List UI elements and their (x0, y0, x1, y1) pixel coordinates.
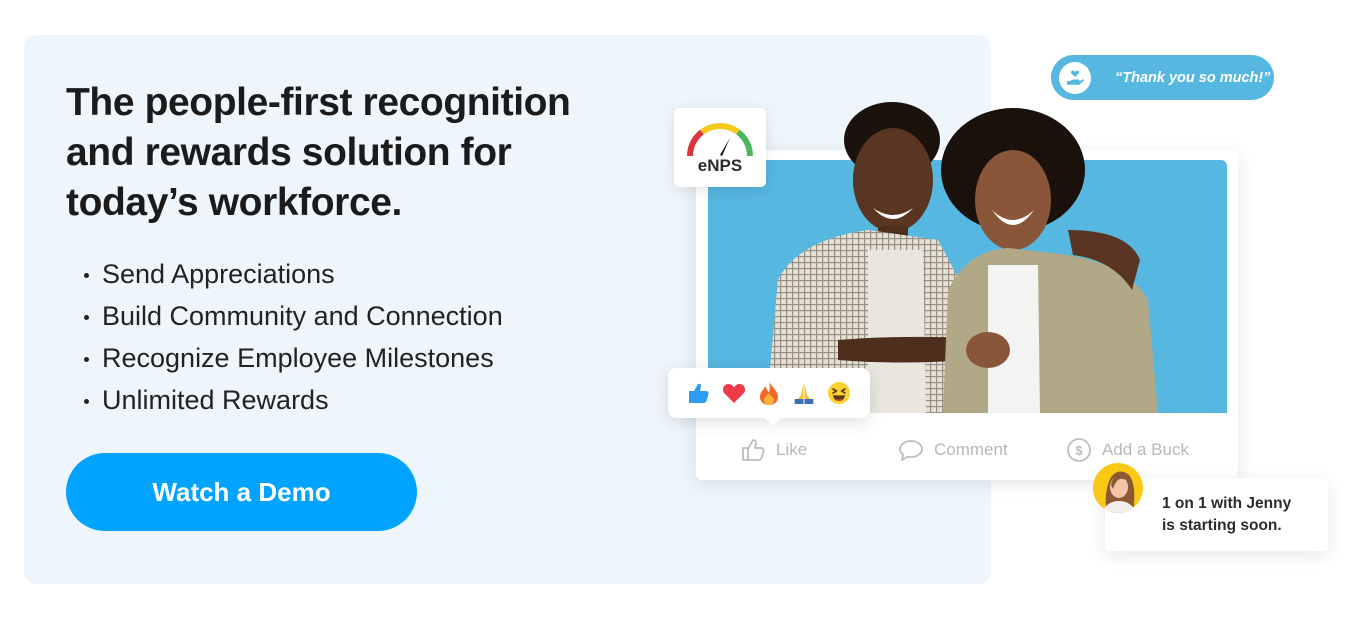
feature-item: Send Appreciations (84, 253, 503, 295)
bullet-icon (84, 398, 89, 404)
add-buck-button[interactable]: $ Add a Buck (1066, 437, 1189, 463)
reactions-popover (668, 368, 870, 426)
notification-line-1: 1 on 1 with Jenny (1162, 495, 1292, 512)
heart-emoji-icon[interactable] (721, 380, 747, 406)
laughing-face-emoji-icon[interactable] (826, 380, 852, 406)
comment-label: Comment (934, 440, 1008, 459)
social-post-card: Like Comment $ Add a Buck (696, 102, 1238, 480)
feature-text: Unlimited Rewards (102, 385, 329, 415)
hand-heart-icon (1059, 61, 1091, 94)
enps-card: eNPS (674, 108, 766, 187)
notification-text: 1 on 1 with Jenny is starting soon. (1162, 493, 1291, 537)
feature-text: Build Community and Connection (102, 301, 503, 331)
thank-you-bubble: “Thank you so much!” (1051, 55, 1274, 100)
bullet-icon (84, 314, 89, 320)
feature-list: Send Appreciations Build Community and C… (84, 253, 503, 421)
post-actions-bar: Like Comment $ Add a Buck (696, 430, 1238, 470)
feature-text: Send Appreciations (102, 259, 335, 289)
hero-headline: The people-first recognition and rewards… (66, 81, 571, 224)
bullet-icon (84, 272, 89, 278)
comment-bubble-icon (899, 440, 923, 461)
praying-hands-emoji-icon[interactable] (791, 380, 817, 406)
watch-demo-button[interactable]: Watch a Demo (66, 453, 417, 531)
feature-item: Recognize Employee Milestones (84, 337, 503, 379)
feature-text: Recognize Employee Milestones (102, 343, 494, 373)
notification-line-2: is starting soon. (1162, 517, 1282, 534)
thank-you-text: “Thank you so much!” (1115, 69, 1271, 86)
feature-item: Unlimited Rewards (84, 379, 503, 421)
thumbs-up-emoji-icon[interactable] (686, 380, 712, 406)
gauge-icon (687, 123, 753, 157)
thumbs-up-outline-icon (742, 439, 765, 461)
fire-emoji-icon[interactable] (756, 380, 782, 406)
feature-item: Build Community and Connection (84, 295, 503, 337)
comment-button[interactable]: Comment (898, 437, 1008, 463)
jenny-avatar (1093, 463, 1143, 513)
enps-label: eNPS (697, 156, 743, 175)
add-buck-label: Add a Buck (1102, 440, 1189, 459)
like-button[interactable]: Like (740, 437, 807, 463)
svg-text:$: $ (1075, 443, 1083, 458)
dollar-circle-icon: $ (1067, 438, 1091, 462)
like-label: Like (776, 440, 808, 459)
bullet-icon (84, 356, 89, 362)
person-right (941, 108, 1158, 413)
